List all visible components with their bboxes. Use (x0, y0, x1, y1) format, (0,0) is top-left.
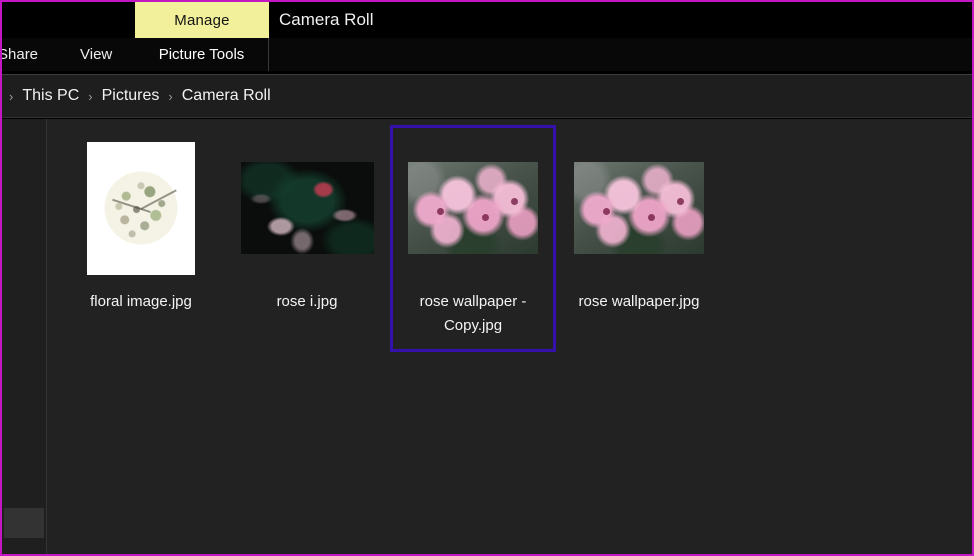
contextual-group-label: Picture Tools (158, 46, 245, 63)
file-name-label: floral image.jpg (90, 293, 192, 310)
thumbnail-rose-i (240, 162, 374, 254)
thumbnail-rose-wallpaper (574, 162, 704, 254)
thumbnail-rose-wallpaper-copy (408, 162, 538, 254)
chevron-right-icon: › (9, 88, 14, 104)
breadcrumb-item-camera-roll[interactable]: Camera Roll (180, 85, 273, 107)
menu-item-view-label: View (80, 46, 113, 63)
file-name-label: rose wallpaper.jpg (578, 293, 700, 310)
file-list-view[interactable]: floral image.jpg rose i.jpg rose wallpap… (48, 119, 972, 554)
thumbnail-wrapper (565, 138, 713, 278)
file-tile-rose-wallpaper[interactable]: rose wallpaper.jpg (556, 125, 722, 327)
blossom-center-graphic (510, 197, 518, 205)
navigation-pane[interactable] (2, 119, 47, 554)
chevron-right-icon: › (88, 88, 93, 104)
file-name-label: rose i.jpg (276, 293, 338, 310)
window-title: Camera Roll (279, 2, 373, 38)
file-explorer-window: Manage Camera Roll Share View Picture To… (0, 0, 974, 556)
tab-manage[interactable]: Manage (135, 2, 269, 38)
thumbnail-floral-image (87, 141, 195, 275)
ribbon-tab-strip: Manage Camera Roll (2, 2, 972, 38)
window-title-text: Camera Roll (279, 10, 374, 29)
contextual-group-picture-tools[interactable]: Picture Tools (135, 38, 269, 71)
file-tile-floral-image[interactable]: floral image.jpg (58, 125, 224, 327)
blossom-center-graphic (602, 208, 610, 215)
blossom-center-graphic (648, 213, 656, 221)
menu-item-share-label: Share (0, 46, 39, 63)
blossom-center-graphic (676, 197, 684, 205)
menu-item-share[interactable]: Share (0, 38, 39, 71)
blossom-center-graphic (482, 213, 490, 221)
blossom-center-graphic (436, 208, 444, 215)
explorer-body: floral image.jpg rose i.jpg rose wallpap… (2, 119, 972, 554)
tab-manage-label: Manage (174, 11, 230, 29)
breadcrumb-item-this-pc[interactable]: This PC (20, 85, 81, 107)
ribbon-menu-row: Share View Picture Tools (2, 38, 972, 71)
thumbnail-wrapper (233, 138, 381, 278)
breadcrumb-item-pictures[interactable]: Pictures (100, 85, 162, 107)
thumbnail-wrapper (399, 138, 547, 278)
navigation-pane-scrollbar-thumb[interactable] (4, 508, 44, 538)
menu-item-view[interactable]: View (80, 38, 112, 71)
file-name-label: rose wallpaper - Copy.jpg (419, 293, 527, 335)
file-tile-rose-i[interactable]: rose i.jpg (224, 125, 390, 327)
thumbnail-wrapper (67, 138, 215, 278)
chevron-right-icon: › (168, 88, 173, 104)
file-tile-rose-wallpaper-copy[interactable]: rose wallpaper - Copy.jpg (390, 125, 556, 352)
file-grid: floral image.jpg rose i.jpg rose wallpap… (58, 125, 972, 352)
address-bar[interactable]: › This PC › Pictures › Camera Roll (2, 74, 972, 118)
